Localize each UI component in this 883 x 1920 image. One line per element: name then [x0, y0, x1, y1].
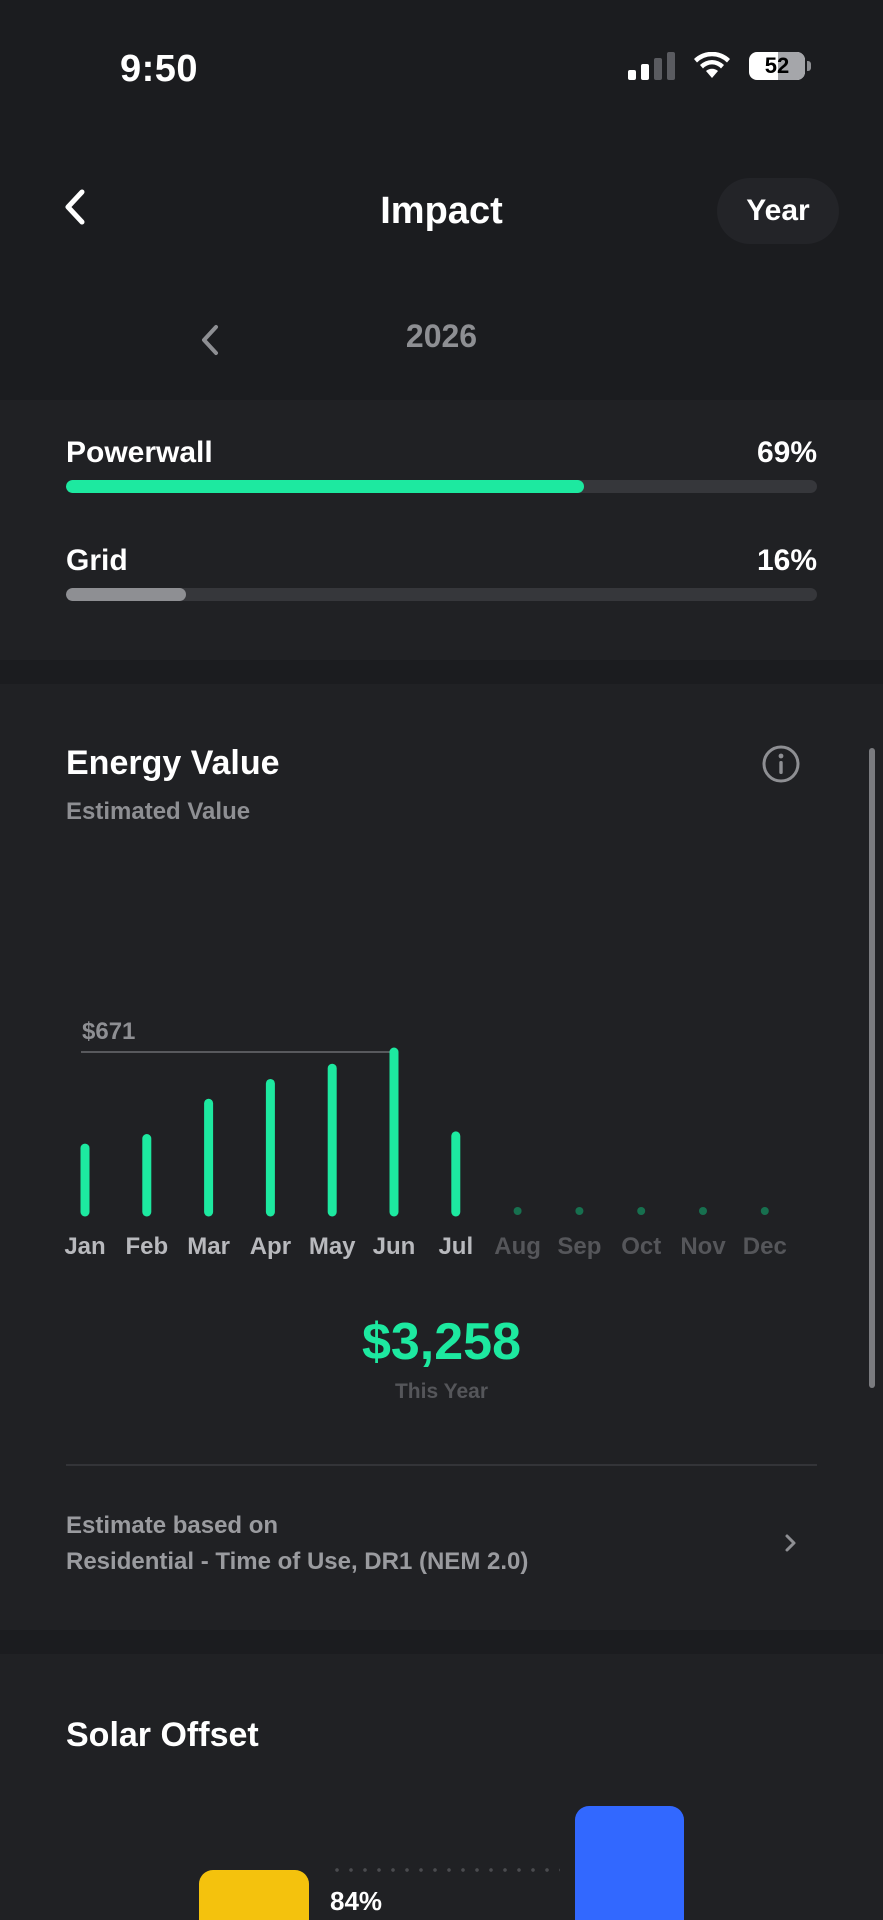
source-label: Powerwall [66, 436, 213, 469]
period-year-button[interactable]: Year [717, 178, 839, 244]
energy-sources-card: Powerwall 69% Grid 16% [0, 400, 883, 660]
progress-fill [66, 480, 585, 493]
x-tick-label: Dec [743, 1233, 787, 1260]
rate-plan-link[interactable]: Estimate based on Residential - Time of … [66, 1508, 528, 1580]
chart-placeholder-dot-oct [637, 1207, 646, 1215]
progress-track [66, 588, 817, 601]
cellular-signal-icon [628, 52, 675, 80]
chart-placeholder-dot-nov [699, 1207, 707, 1215]
energy-value-card: Energy Value Estimated Value $671 Jan Feb M… [0, 684, 883, 1630]
estimate-line: Estimate based on [66, 1512, 279, 1539]
energy-value-chart: $671 Jan Feb Mar Apr May Jun Jul Aug Sep Oct Nov Dec [64, 1018, 787, 1260]
x-tick-label: Sep [557, 1233, 601, 1260]
chart-placeholder-dot-dec [760, 1207, 769, 1215]
offset-percent: 84% [330, 1886, 383, 1916]
max-value-label: $671 [82, 1018, 135, 1045]
total-label: This Year [394, 1380, 488, 1403]
wifi-icon [694, 52, 730, 78]
progress-track [66, 480, 817, 493]
x-tick-label: Jan [64, 1233, 105, 1260]
home-usage-bar [575, 1806, 684, 1920]
x-tick-label: Jul [438, 1233, 473, 1260]
solar-bar [199, 1870, 309, 1920]
section-title: Energy Value [66, 744, 280, 782]
info-icon[interactable] [761, 744, 801, 784]
x-tick-label: Oct [621, 1233, 661, 1260]
total-value: $3,258 [361, 1313, 522, 1371]
chart-placeholder-dot-sep [575, 1207, 584, 1215]
chevron-right-icon[interactable] [781, 1528, 801, 1558]
x-tick-label: Nov [680, 1233, 726, 1260]
dotted-line [330, 1868, 560, 1872]
section-title: Solar Offset [66, 1716, 259, 1754]
nav-bar: Impact Year [0, 140, 883, 280]
rate-plan-name: Residential - Time of Use, DR1 (NEM 2.0) [66, 1548, 529, 1575]
x-tick-label: Apr [250, 1233, 291, 1260]
status-icons: 52 [628, 52, 811, 80]
x-tick-label: Aug [494, 1233, 541, 1260]
battery-level: 52 [764, 53, 790, 78]
source-label: Grid [66, 544, 128, 577]
x-tick-label: Jun [373, 1233, 416, 1260]
section-subtitle: Estimated Value [66, 798, 251, 825]
status-bar: 9:50 52 [0, 0, 883, 140]
source-percent: 69% [756, 436, 817, 469]
x-tick-label: Feb [125, 1233, 168, 1260]
progress-fill [66, 588, 187, 601]
year-selector: 2026 [0, 280, 883, 400]
divider [66, 1464, 817, 1466]
year-label: 2026 [405, 318, 478, 354]
chart-placeholder-dot-aug [513, 1207, 522, 1215]
battery-icon: 52 [749, 52, 811, 80]
x-tick-label: May [309, 1233, 356, 1260]
x-tick-label: Mar [187, 1233, 230, 1260]
solar-offset-card: Solar Offset 84% [0, 1654, 883, 1920]
scrollbar[interactable] [869, 748, 875, 1388]
status-time: 9:50 [120, 48, 199, 90]
source-percent: 16% [756, 544, 817, 577]
